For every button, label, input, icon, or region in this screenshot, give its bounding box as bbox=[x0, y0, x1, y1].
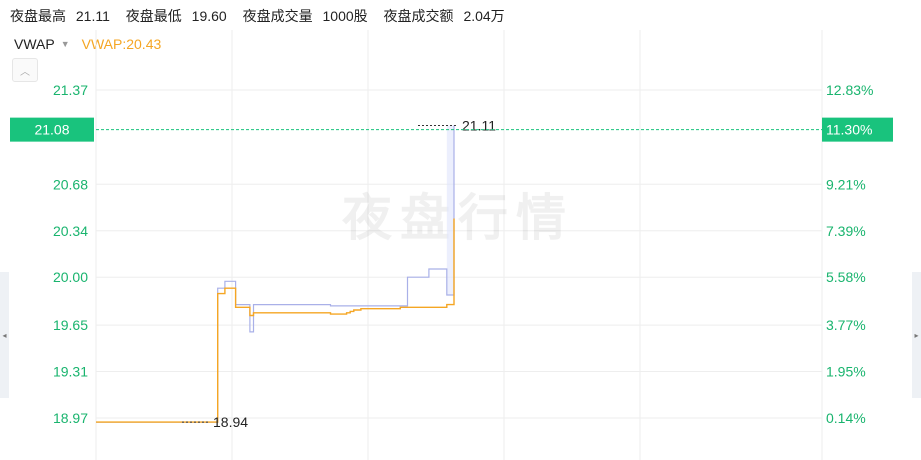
series-line-vwap bbox=[96, 218, 455, 423]
series-line-price bbox=[96, 125, 455, 423]
y-tick-label-right: 0.14% bbox=[826, 410, 866, 426]
high-label: 21.11 bbox=[462, 118, 496, 134]
y-tick-label-left: 21.37 bbox=[53, 82, 88, 98]
current-price-text: 21.08 bbox=[34, 122, 69, 138]
y-tick-label-left: 20.34 bbox=[53, 223, 88, 239]
y-tick-label-left: 20.68 bbox=[53, 176, 88, 192]
y-tick-label-right: 1.95% bbox=[826, 364, 866, 380]
y-tick-label-right: 7.39% bbox=[826, 223, 866, 239]
low-label: 18.94 bbox=[213, 414, 248, 430]
y-tick-label-right: 5.58% bbox=[826, 269, 866, 285]
y-tick-label-right: 12.83% bbox=[826, 82, 873, 98]
price-area bbox=[446, 125, 454, 296]
y-tick-label-left: 19.31 bbox=[53, 364, 88, 380]
watermark: 夜盘行情 bbox=[341, 189, 574, 247]
y-tick-label-left: 20.00 bbox=[53, 269, 88, 285]
y-tick-label-left: 19.65 bbox=[53, 317, 88, 333]
price-chart: 夜盘行情 21.37 20.68 20.34 20.00 19.65 19.31 18.97… bbox=[10, 30, 893, 460]
y-tick-label-left: 18.97 bbox=[53, 410, 88, 426]
price-fill bbox=[446, 125, 454, 296]
y-tick-label-right: 9.21% bbox=[826, 176, 866, 192]
y-tick-label-right: 3.77% bbox=[826, 317, 866, 333]
series-lines bbox=[96, 125, 455, 423]
current-pct-text: 11.30% bbox=[826, 122, 872, 138]
